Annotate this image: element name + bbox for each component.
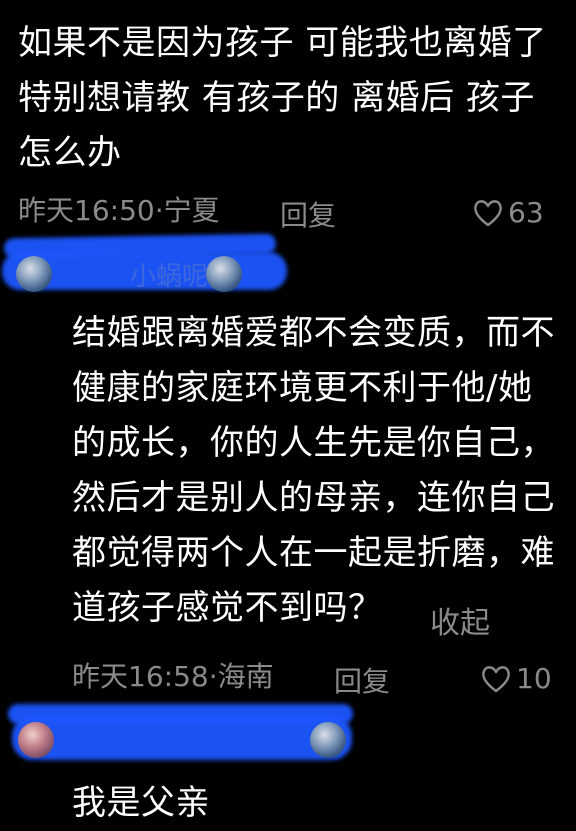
like-count: 63	[508, 196, 544, 229]
meta-separator: ·	[208, 660, 218, 693]
reply-line-1: 结婚跟离婚爱都不会变质，而不	[72, 313, 555, 353]
reply-line-4: 然后才是别人的母亲，连你自己	[72, 478, 555, 518]
comment-location: 海南	[217, 660, 274, 693]
meta-separator: ·	[154, 194, 164, 227]
avatar[interactable]	[18, 722, 54, 758]
reply-2-line-1: 我是父亲	[72, 783, 210, 823]
reply-line-3: 的成长，你的人生先是你自己，	[72, 423, 555, 463]
reply-button[interactable]: 回复	[280, 194, 336, 234]
avatar[interactable]	[16, 256, 52, 292]
redaction-scribble	[12, 716, 352, 760]
like-button[interactable]: 63	[472, 196, 544, 229]
reply-1-meta: 昨天16:58·海南	[72, 660, 274, 694]
parent-comment-line-2: 特别想请教 有孩子的 离婚后 孩子	[18, 78, 535, 118]
reply-line-5: 都觉得两个人在一起是折磨，难	[72, 533, 555, 573]
like-count: 10	[516, 662, 552, 695]
like-button[interactable]: 10	[480, 662, 552, 695]
reply-line-6: 道孩子感觉不到吗？	[72, 588, 383, 628]
comment-location: 宁夏	[163, 194, 220, 227]
parent-comment-meta: 昨天16:50·宁夏	[18, 194, 220, 228]
collapse-button[interactable]: 收起	[430, 598, 490, 642]
avatar	[206, 256, 242, 292]
reply-line-2: 健康的家庭环境更不利于他/她	[72, 368, 533, 408]
comment-time: 昨天16:58	[72, 660, 209, 693]
avatar	[310, 722, 346, 758]
parent-comment-line-3: 怎么办	[18, 133, 122, 173]
comment-time: 昨天16:50	[18, 194, 155, 227]
parent-comment-line-1: 如果不是因为孩子 可能我也离婚了	[18, 23, 547, 63]
heart-outline-icon	[480, 664, 512, 694]
reply-button[interactable]: 回复	[334, 660, 390, 700]
heart-outline-icon	[472, 198, 504, 228]
user-name[interactable]: 小蜗呢	[130, 256, 208, 293]
